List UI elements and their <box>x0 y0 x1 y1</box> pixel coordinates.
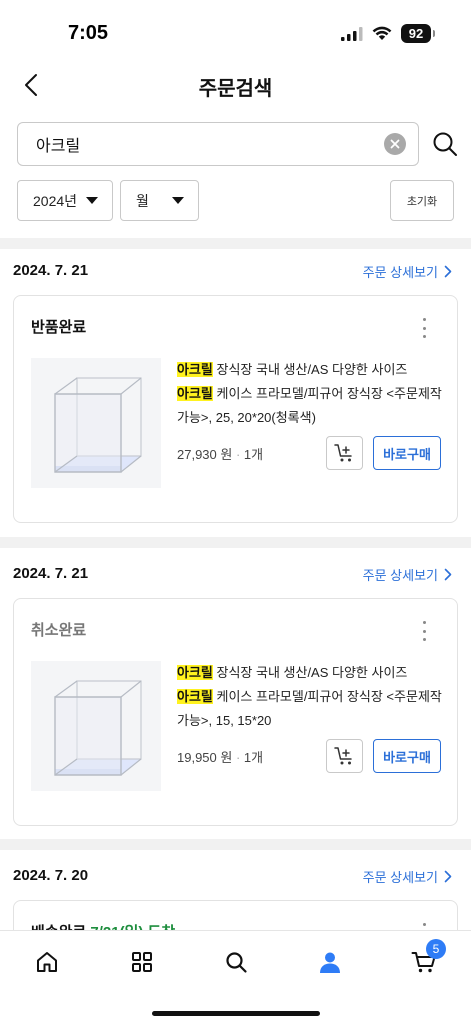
product-name[interactable]: 아크릴 장식장 국내 생산/AS 다양한 사이즈 아크릴 케이스 프라모델/피규… <box>177 661 442 733</box>
order-detail-link[interactable]: 주문 상세보기 <box>363 867 452 886</box>
add-to-cart-button[interactable] <box>326 739 363 773</box>
keyword-highlight: 아크릴 <box>177 689 213 704</box>
order-status: 반품완료 <box>31 319 87 336</box>
page-title: 주문검색 <box>198 78 273 100</box>
close-icon <box>390 139 400 149</box>
month-select[interactable]: 월 <box>120 180 199 221</box>
bottom-tab-bar: 5 <box>0 930 471 1024</box>
add-to-cart-button[interactable] <box>326 436 363 470</box>
order-detail-link-label: 주문 상세보기 <box>362 870 438 885</box>
order-date: 2024. 7. 21 <box>13 262 89 279</box>
section-divider <box>0 839 471 850</box>
status-bar: 7:05 92 <box>0 0 471 64</box>
cellular-signal-icon <box>341 26 363 41</box>
home-icon <box>37 952 57 972</box>
nav-header: 주문검색 <box>0 64 471 106</box>
search-icon <box>433 132 457 156</box>
my-page-icon <box>320 952 340 973</box>
order-card: 반품완료 아크릴 장식장 국내 생산/AS 다양한 사이즈 아크릴 케이스 프라… <box>13 295 458 523</box>
product-name[interactable]: 아크릴 장식장 국내 생산/AS 다양한 사이즈 아크릴 케이스 프라모델/피규… <box>177 358 442 430</box>
chevron-right-icon <box>444 265 452 278</box>
home-indicator <box>152 1011 320 1016</box>
clear-search-button[interactable] <box>384 133 406 155</box>
more-options-button[interactable] <box>419 318 429 338</box>
order-quantity: 1개 <box>243 750 264 765</box>
search-input-value[interactable]: 아크릴 <box>36 132 384 156</box>
price-quantity: 27,930 원 · 1개 <box>177 447 264 462</box>
order-date: 2024. 7. 21 <box>13 565 89 582</box>
status-icons: 92 <box>341 24 435 43</box>
tab-search[interactable] <box>216 945 256 979</box>
order-quantity: 1개 <box>243 447 264 462</box>
cart-add-icon <box>333 747 352 765</box>
month-select-value: 월 <box>136 192 149 209</box>
cart-add-icon <box>333 444 352 462</box>
acrylic-case-image <box>54 680 142 776</box>
order-detail-link-label: 주문 상세보기 <box>362 568 438 583</box>
product-thumbnail[interactable] <box>31 358 161 488</box>
order-status: 취소완료 <box>31 622 87 639</box>
acrylic-case-image <box>54 377 142 473</box>
tab-cart[interactable]: 5 <box>404 939 446 979</box>
filter-row: 2024년 월 초기화 <box>17 180 454 222</box>
search-icon <box>226 952 247 973</box>
tab-my-page[interactable] <box>310 945 350 979</box>
wifi-icon <box>372 26 392 40</box>
keyword-highlight: 아크릴 <box>177 665 213 680</box>
tab-home[interactable] <box>27 945 67 979</box>
reset-button[interactable]: 초기화 <box>390 180 454 221</box>
chevron-right-icon <box>444 568 452 581</box>
order-detail-link-label: 주문 상세보기 <box>362 265 438 280</box>
status-time: 7:05 <box>68 22 109 44</box>
order-detail-link[interactable]: 주문 상세보기 <box>363 262 452 281</box>
product-thumbnail[interactable] <box>31 661 161 791</box>
year-select-value: 2024년 <box>33 192 78 209</box>
section-divider <box>0 238 471 249</box>
order-price: 27,930 원 <box>177 447 233 462</box>
year-select[interactable]: 2024년 <box>17 180 113 221</box>
cart-count-badge: 5 <box>426 939 446 959</box>
caret-down-icon <box>172 197 184 204</box>
search-input[interactable]: 아크릴 <box>17 122 419 166</box>
battery-icon: 92 <box>401 24 435 43</box>
caret-down-icon <box>86 197 98 204</box>
tab-category[interactable] <box>122 945 162 979</box>
chevron-right-icon <box>444 870 452 883</box>
order-detail-link[interactable]: 주문 상세보기 <box>363 565 452 584</box>
buy-now-button[interactable]: 바로구매 <box>373 436 441 470</box>
order-price: 19,950 원 <box>177 750 233 765</box>
buy-now-button[interactable]: 바로구매 <box>373 739 441 773</box>
category-grid-icon <box>132 952 152 972</box>
keyword-highlight: 아크릴 <box>177 386 213 401</box>
more-options-button[interactable] <box>419 621 429 641</box>
order-card: 취소완료 아크릴 장식장 국내 생산/AS 다양한 사이즈 아크릴 케이스 프라… <box>13 598 458 826</box>
keyword-highlight: 아크릴 <box>177 362 213 377</box>
section-divider <box>0 537 471 548</box>
order-date: 2024. 7. 20 <box>13 867 89 884</box>
search-button[interactable] <box>431 130 459 158</box>
price-quantity: 19,950 원 · 1개 <box>177 750 264 765</box>
